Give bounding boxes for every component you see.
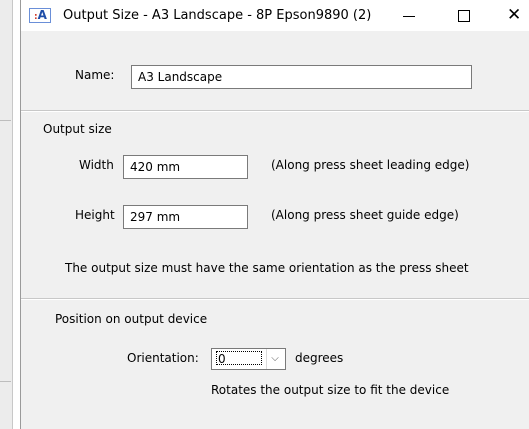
orientation-note: The output size must have the same orien…: [65, 261, 469, 275]
minimize-button[interactable]: [387, 0, 431, 31]
close-icon: ✕: [507, 5, 522, 25]
width-hint: (Along press sheet leading edge): [271, 158, 470, 172]
orientation-label: Orientation:: [127, 351, 199, 365]
name-input[interactable]: A3 Landscape: [131, 65, 472, 89]
title-bar[interactable]: :A Output Size - A3 Landscape - 8P Epson…: [21, 0, 529, 31]
orientation-select-value: 0: [216, 351, 262, 366]
height-input[interactable]: 297 mm: [123, 205, 248, 229]
name-label: Name:: [75, 68, 115, 82]
maximize-button[interactable]: [441, 0, 485, 31]
width-label: Width: [79, 158, 114, 172]
minimize-icon: [403, 16, 415, 17]
background-window-edge: [0, 0, 13, 429]
section-divider-highlight: [21, 111, 529, 112]
close-button[interactable]: ✕: [495, 0, 529, 31]
position-section-label: Position on output device: [55, 312, 208, 326]
output-size-section-label: Output size: [43, 122, 112, 136]
section-divider-highlight: [21, 299, 529, 300]
height-hint: (Along press sheet guide edge): [271, 208, 459, 222]
orientation-unit: degrees: [295, 351, 344, 365]
height-label: Height: [75, 208, 115, 222]
output-size-dialog: :A Output Size - A3 Landscape - 8P Epson…: [20, 0, 529, 429]
width-input[interactable]: 420 mm: [123, 155, 248, 179]
orientation-hint: Rotates the output size to fit the devic…: [211, 383, 450, 397]
orientation-select[interactable]: 0 ⌵: [211, 348, 286, 370]
chevron-down-icon[interactable]: ⌵: [266, 349, 283, 369]
window-title: Output Size - A3 Landscape - 8P Epson989…: [63, 8, 372, 23]
maximize-icon: [458, 10, 470, 22]
background-panel: [0, 120, 11, 382]
app-icon: :A: [29, 8, 51, 23]
